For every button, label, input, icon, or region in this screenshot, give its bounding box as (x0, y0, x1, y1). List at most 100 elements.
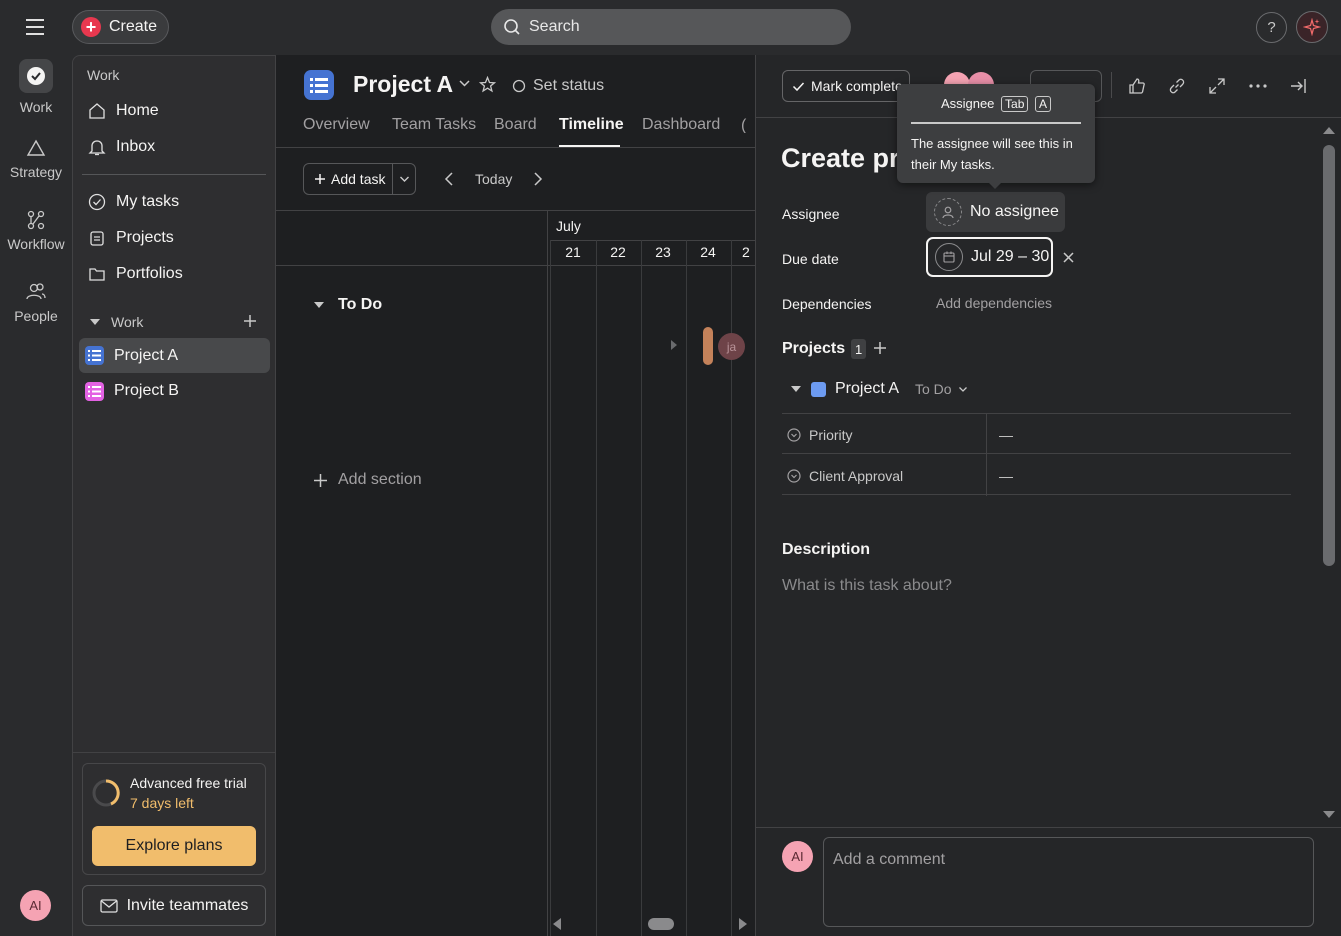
set-status-button[interactable]: Set status (512, 77, 604, 95)
tab-team-tasks[interactable]: Team Tasks (392, 116, 476, 134)
custom-field-label: Client Approval (809, 468, 904, 484)
toolbar-separator (1111, 72, 1112, 98)
chevron-left-icon[interactable] (443, 171, 455, 187)
priority-value[interactable]: — (999, 427, 1013, 443)
sidebar-item-project-b[interactable]: Project B (79, 374, 267, 408)
chevron-down-icon[interactable] (458, 79, 471, 88)
tooltip-rule (911, 122, 1081, 124)
people-icon (25, 282, 47, 302)
assignee-field[interactable]: No assignee (926, 192, 1065, 232)
assignee-tooltip: Assignee Tab A The assignee will see thi… (897, 84, 1095, 183)
mark-complete-label: Mark complete (811, 78, 903, 94)
folder-icon (88, 265, 106, 283)
thumbs-up-icon[interactable] (1126, 75, 1148, 97)
chevron-down-icon (958, 386, 968, 393)
scroll-down-icon[interactable] (1321, 809, 1337, 821)
mark-complete-button[interactable]: Mark complete (782, 70, 910, 102)
tab-timeline[interactable]: Timeline (559, 116, 624, 134)
sidebar-item-home[interactable]: Home (82, 94, 270, 128)
vertical-scroll-thumb[interactable] (1323, 145, 1335, 566)
tabs-divider (276, 147, 755, 148)
caret-down-icon (313, 300, 325, 310)
caret-down-icon (89, 317, 101, 327)
ai-sparkle-icon[interactable] (1296, 11, 1328, 43)
sidebar-item-project-a[interactable]: Project A (79, 338, 270, 373)
sidebar-work-group-header[interactable]: Work (89, 314, 143, 330)
scroll-up-icon[interactable] (1321, 124, 1337, 136)
bell-icon (88, 138, 106, 156)
add-section-button[interactable]: Add section (313, 471, 422, 489)
chevron-down-icon[interactable] (393, 175, 415, 183)
horizontal-scroll-thumb[interactable] (648, 918, 674, 930)
help-button[interactable]: ? (1256, 12, 1287, 43)
sidebar-divider (82, 174, 266, 175)
sidebar-item-projects[interactable]: Projects (82, 221, 270, 255)
add-icon[interactable] (242, 313, 258, 329)
more-options-icon[interactable] (1247, 75, 1269, 97)
link-icon[interactable] (1166, 75, 1188, 97)
project-section-value: To Do (915, 381, 952, 397)
sidebar-item-my-tasks[interactable]: My tasks (82, 185, 270, 219)
rail-item-people[interactable]: People (0, 282, 72, 324)
sidebar-item-portfolios[interactable]: Portfolios (82, 257, 270, 291)
star-icon[interactable] (479, 76, 496, 93)
sidebar-item-inbox[interactable]: Inbox (82, 130, 270, 164)
rail-item-work[interactable]: Work (0, 59, 72, 115)
caret-right-icon[interactable] (669, 339, 678, 351)
create-button[interactable]: + Create (72, 10, 169, 44)
due-date-value: Jul 29 – 30 (971, 248, 1050, 265)
close-pane-icon[interactable] (1287, 75, 1309, 97)
group-title: Work (111, 314, 144, 330)
scroll-right-icon[interactable] (737, 916, 749, 932)
today-button[interactable]: Today (475, 171, 512, 187)
grid-line (641, 240, 642, 936)
add-dependencies-button[interactable]: Add dependencies (936, 295, 1052, 311)
add-task-button[interactable]: Add task (303, 163, 416, 195)
task-project-row[interactable]: Project A (790, 380, 899, 398)
rail-label: Workflow (7, 236, 65, 252)
project-section-dropdown[interactable]: To Do (915, 381, 968, 397)
tab-board[interactable]: Board (494, 116, 537, 134)
plus-icon (313, 473, 328, 488)
expand-icon[interactable] (1206, 75, 1228, 97)
scroll-left-icon[interactable] (551, 916, 563, 932)
add-task-label: Add task (331, 171, 386, 187)
timeline-month: July (556, 218, 581, 234)
project-title[interactable]: Project A (353, 71, 453, 98)
custom-field-divider (986, 413, 987, 496)
workflow-icon (25, 210, 47, 230)
sidebar-item-label: Project A (114, 346, 179, 364)
add-project-icon[interactable] (873, 341, 887, 355)
tooltip-title-row: Assignee Tab A (897, 96, 1095, 112)
task-title[interactable]: Create pr (781, 143, 897, 174)
tooltip-title: Assignee (940, 96, 995, 111)
grid-line (686, 240, 687, 936)
timeline-day: 2 (742, 244, 750, 260)
list-icon (85, 346, 104, 365)
tab-dashboard[interactable]: Dashboard (642, 116, 720, 134)
clear-due-date-icon[interactable] (1062, 251, 1075, 264)
hamburger-menu-icon[interactable] (24, 17, 46, 37)
due-date-field[interactable]: Jul 29 – 30 (926, 237, 1053, 277)
search-input[interactable]: Search (491, 9, 851, 45)
description-input[interactable]: What is this task about? (782, 577, 952, 595)
rail-label: Work (19, 99, 53, 115)
rail-item-workflow[interactable]: Workflow (0, 210, 72, 252)
explore-plans-button[interactable]: Explore plans (92, 826, 256, 866)
home-icon (88, 102, 106, 120)
client-approval-value[interactable]: — (999, 468, 1013, 484)
assignee-value: No assignee (970, 203, 1059, 220)
user-avatar[interactable]: AI (20, 890, 51, 921)
timeline-day: 22 (610, 244, 626, 260)
invite-label: Invite teammates (126, 896, 249, 914)
chevron-right-icon[interactable] (532, 171, 544, 187)
dropdown-field-icon (787, 428, 801, 442)
rail-item-strategy[interactable]: Strategy (0, 138, 72, 180)
comment-input[interactable]: Add a comment (823, 837, 1314, 927)
comment-placeholder: Add a comment (833, 851, 946, 868)
invite-teammates-button[interactable]: Invite teammates (82, 885, 266, 926)
section-to-do[interactable]: To Do (313, 296, 382, 314)
tab-overview[interactable]: Overview (303, 116, 370, 134)
timeline-task-bar[interactable] (703, 327, 713, 365)
sidebar-item-label: Home (116, 102, 159, 119)
